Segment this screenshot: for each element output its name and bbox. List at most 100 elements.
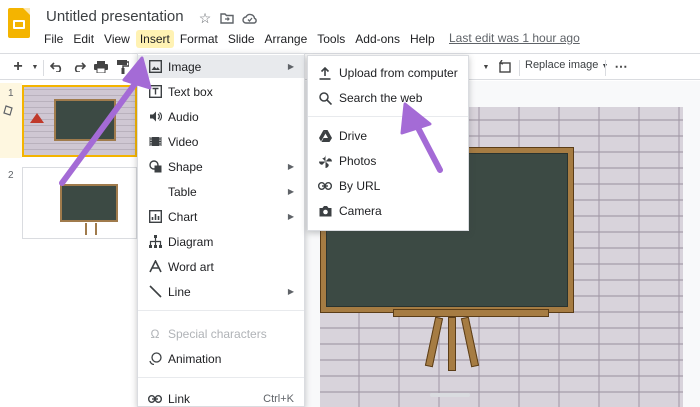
menu-divider xyxy=(308,116,468,117)
submenu-arrow-icon: ▶ xyxy=(287,212,294,221)
menu-item-label: Diagram xyxy=(168,234,214,249)
shortcut-label: Ctrl+K xyxy=(263,392,294,405)
replace-image-label: Replace image xyxy=(525,59,599,71)
new-slide-layout-dropdown[interactable]: ▼ xyxy=(30,58,40,76)
menu-file[interactable]: File xyxy=(40,30,67,48)
image-menu-search-the-web[interactable]: Search the web xyxy=(308,86,468,110)
menu-item-label: Camera xyxy=(339,204,382,218)
new-slide-button[interactable]: + xyxy=(10,58,26,76)
menu-edit[interactable]: Edit xyxy=(69,30,98,48)
slide-number: 2 xyxy=(8,170,14,181)
menu-divider xyxy=(138,377,304,378)
thumbnail-chalkboard xyxy=(60,184,118,222)
move-to-folder-icon[interactable] xyxy=(219,10,235,26)
insert-menu-animation[interactable]: Animation xyxy=(138,347,304,370)
drive-icon xyxy=(318,129,332,143)
submenu-arrow-icon: ▶ xyxy=(287,62,294,71)
redo-icon xyxy=(74,62,86,72)
insert-menu-special-characters: Ω Special characters xyxy=(138,322,304,345)
submenu-arrow-icon: ▶ xyxy=(287,162,294,171)
chalkboard-tray xyxy=(393,309,549,317)
chart-icon xyxy=(148,210,162,224)
cloud-status-icon[interactable] xyxy=(242,10,258,26)
menu-insert[interactable]: Insert xyxy=(135,30,174,48)
search-icon xyxy=(318,91,332,105)
link-icon xyxy=(318,179,332,193)
redo-button[interactable] xyxy=(70,58,88,76)
toolbar-divider xyxy=(605,60,606,76)
omega-icon: Ω xyxy=(150,326,160,341)
insert-menu-link[interactable]: Link Ctrl+K xyxy=(138,387,304,407)
slide-thumbnail-1[interactable] xyxy=(22,85,137,157)
plus-icon: + xyxy=(13,58,23,75)
insert-menu: Image ▶ Text box Audio Video Shape ▶ Tab… xyxy=(137,53,305,407)
image-menu-camera[interactable]: Camera xyxy=(308,199,468,223)
print-button[interactable] xyxy=(92,58,110,76)
image-submenu: Upload from computer Search the web Driv… xyxy=(307,55,469,231)
menu-item-label: Video xyxy=(168,134,199,149)
insert-menu-word-art[interactable]: Word art xyxy=(138,255,304,278)
easel-leg-center xyxy=(448,317,456,371)
menu-tools[interactable]: Tools xyxy=(313,30,349,48)
menu-item-label: Link xyxy=(168,391,191,406)
caret-down-icon: ▼ xyxy=(31,63,39,71)
insert-menu-shape[interactable]: Shape ▶ xyxy=(138,155,304,178)
undo-button[interactable] xyxy=(48,58,66,76)
insert-menu-chart[interactable]: Chart ▶ xyxy=(138,205,304,228)
insert-menu-video[interactable]: Video xyxy=(138,130,304,153)
menu-item-label: By URL xyxy=(339,179,381,193)
link-icon xyxy=(148,392,162,406)
last-edit-link[interactable]: Last edit was 1 hour ago xyxy=(449,31,580,45)
image-menu-upload-from-computer[interactable]: Upload from computer xyxy=(308,61,468,85)
crop-dropdown[interactable]: ▼ xyxy=(480,58,492,76)
upload-icon xyxy=(318,66,332,80)
replace-image-button[interactable]: Replace image ▼ xyxy=(525,59,608,71)
insert-menu-audio[interactable]: Audio xyxy=(138,105,304,128)
menu-item-label: Line xyxy=(168,284,191,299)
menu-item-label: Word art xyxy=(168,259,214,274)
image-menu-photos[interactable]: Photos xyxy=(308,149,468,173)
menu-slide[interactable]: Slide xyxy=(224,30,259,48)
menu-item-label: Table xyxy=(168,184,197,199)
word-art-icon xyxy=(148,260,162,274)
thumbnail-easel-legs xyxy=(85,223,97,235)
menu-item-label: Shape xyxy=(168,159,203,174)
insert-menu-diagram[interactable]: Diagram xyxy=(138,230,304,253)
line-icon xyxy=(148,285,162,299)
menu-item-label: Chart xyxy=(168,209,198,224)
document-title[interactable]: Untitled presentation xyxy=(46,8,184,25)
menu-item-label: Image xyxy=(168,59,202,74)
menu-format[interactable]: Format xyxy=(176,30,222,48)
reset-image-button[interactable] xyxy=(496,58,514,76)
camera-icon xyxy=(318,204,332,218)
slides-logo-icon[interactable] xyxy=(8,8,30,38)
menu-add-ons[interactable]: Add-ons xyxy=(351,30,404,48)
menu-item-label: Audio xyxy=(168,109,199,124)
menu-arrange[interactable]: Arrange xyxy=(261,30,312,48)
insert-menu-table[interactable]: Table ▶ xyxy=(138,180,304,203)
image-menu-drive[interactable]: Drive xyxy=(308,124,468,148)
slide-thumbnail-2[interactable] xyxy=(22,167,137,239)
image-menu-by-url[interactable]: By URL xyxy=(308,174,468,198)
paint-format-button[interactable] xyxy=(114,58,132,76)
menu-help[interactable]: Help xyxy=(406,30,439,48)
insert-menu-line[interactable]: Line ▶ xyxy=(138,280,304,303)
audio-icon xyxy=(148,110,162,124)
insert-menu-image[interactable]: Image ▶ xyxy=(138,55,304,78)
menu-bar: File Edit View Insert Format Slide Arran… xyxy=(40,29,441,49)
speaker-notes-icon xyxy=(3,104,15,119)
star-icon[interactable]: ☆ xyxy=(197,10,213,26)
submenu-arrow-icon: ▶ xyxy=(287,287,294,296)
insert-menu-text-box[interactable]: Text box xyxy=(138,80,304,103)
horizontal-scrollbar[interactable] xyxy=(430,393,470,397)
print-icon xyxy=(94,61,108,73)
diagram-icon xyxy=(148,235,162,249)
menu-item-label: Text box xyxy=(168,84,213,99)
menu-item-label: Animation xyxy=(168,351,222,366)
caret-down-icon: ▼ xyxy=(482,63,490,71)
menu-view[interactable]: View xyxy=(100,30,134,48)
more-options-button[interactable]: ⋯ xyxy=(612,58,630,76)
thumbnail-chalkboard xyxy=(54,99,116,141)
animation-icon xyxy=(148,352,162,366)
menu-item-label: Special characters xyxy=(168,326,267,341)
